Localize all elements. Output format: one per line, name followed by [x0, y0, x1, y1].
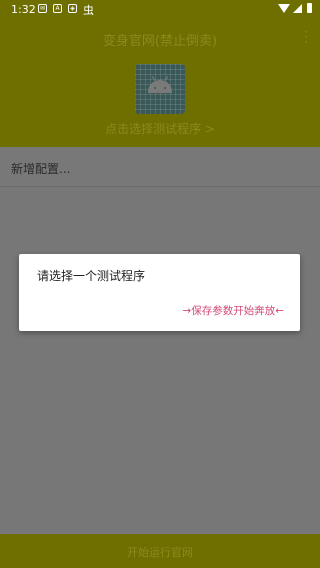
a-icon: A — [53, 4, 62, 13]
status-time: 1:32 — [11, 3, 36, 16]
bottom-bar: 开始运行官网 — [0, 534, 320, 568]
content-area: 新增配置... — [0, 147, 320, 534]
select-program-dialog: 请选择一个测试程序 →保存参数开始奔放← — [19, 254, 300, 331]
select-program-link[interactable]: 点击选择测试程序 > — [0, 120, 320, 137]
signal-icon — [293, 4, 302, 13]
divider — [0, 186, 320, 187]
battery-icon — [307, 3, 312, 13]
wifi-icon — [278, 4, 290, 13]
start-run-button[interactable]: 开始运行官网 — [0, 544, 320, 560]
selected-app-icon[interactable] — [135, 64, 185, 114]
save-and-start-button[interactable]: →保存参数开始奔放← — [182, 303, 284, 318]
mail-icon: ✉ — [38, 4, 47, 13]
add-config-item[interactable]: 新增配置... — [0, 147, 320, 187]
status-bar: 1:32 ✉ A ◈ 虫 — [0, 0, 320, 18]
header: 变身官网(禁止倒卖) · · · 点击选择测试程序 > — [0, 18, 320, 147]
overflow-menu-icon[interactable]: · · · — [304, 26, 308, 48]
add-config-label: 新增配置... — [11, 162, 71, 176]
android-icon — [148, 76, 172, 93]
app-icon: ◈ — [68, 4, 77, 13]
bug-icon: 虫 — [83, 4, 94, 17]
dialog-title: 请选择一个测试程序 — [37, 269, 146, 283]
app-title: 变身官网(禁止倒卖) — [102, 34, 218, 49]
